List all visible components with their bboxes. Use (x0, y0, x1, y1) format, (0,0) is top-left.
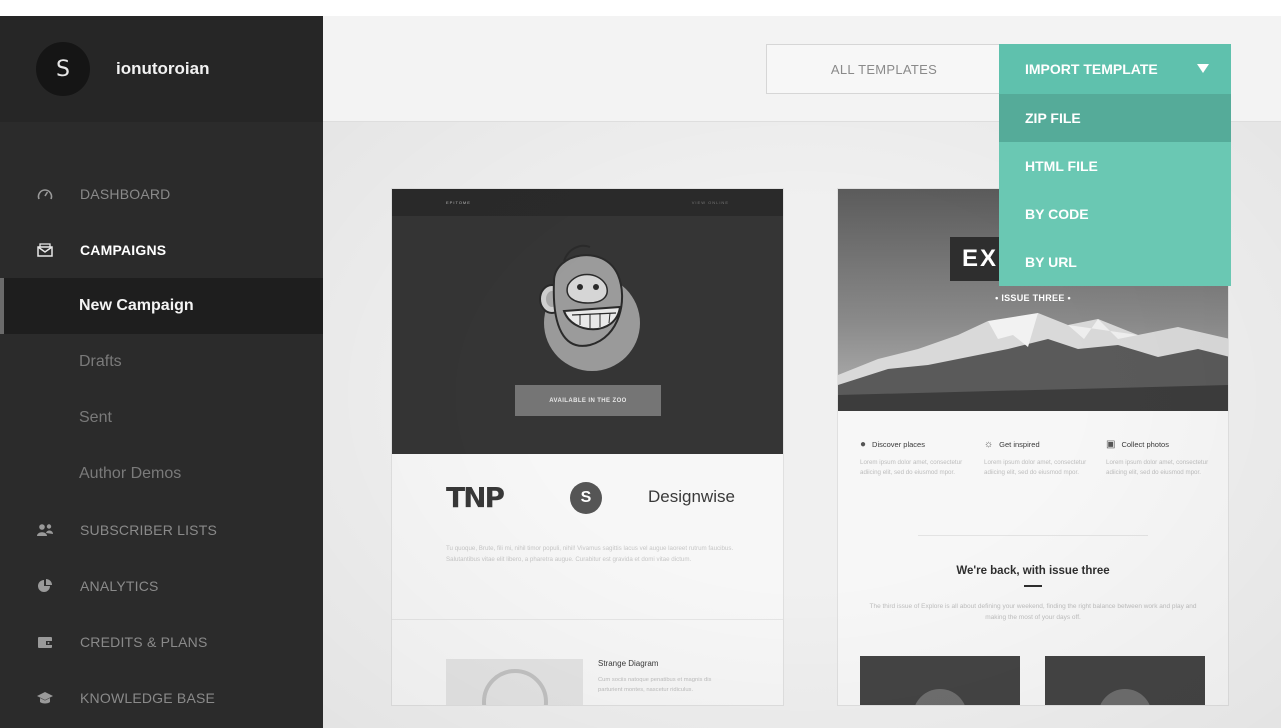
lightbulb-icon: ☼ (984, 439, 994, 450)
nav-label: CREDITS & PLANS (80, 634, 208, 650)
import-template-button[interactable]: IMPORT TEMPLATE (999, 44, 1231, 94)
nav-item-credits-plans[interactable]: CREDITS & PLANS (0, 614, 323, 670)
feature-discover: ● Discover places Lorem ipsum dolor amet… (860, 439, 972, 478)
menu-item-by-code[interactable]: BY CODE (999, 190, 1231, 238)
feature-title: Discover places (872, 440, 925, 449)
nav-label: CAMPAIGNS (80, 242, 167, 258)
feature-inspired: ☼ Get inspired Lorem ipsum dolor amet, c… (984, 439, 1096, 478)
wallet-icon (34, 635, 56, 649)
logo-designwise: Designwise (648, 487, 735, 506)
nav-item-campaigns[interactable]: CAMPAIGNS (0, 222, 323, 278)
nav-item-dashboard[interactable]: DASHBOARD (0, 166, 323, 222)
diagram-text: Cum sociis natoque penatibus et magnis d… (598, 677, 712, 694)
import-dropdown-menu: ZIP FILE HTML FILE BY CODE BY URL (999, 94, 1231, 286)
feature-photos: ▣ Collect photos Lorem ipsum dolor amet,… (1106, 439, 1218, 478)
nav-item-analytics[interactable]: ANALYTICS (0, 558, 323, 614)
graduation-cap-icon (34, 691, 56, 705)
feature-text: Lorem ipsum dolor amet, consectetur adii… (860, 459, 963, 476)
main-content: ALL TEMPLATES IMPORT TEMPLATE ZIP FILE H… (323, 16, 1281, 728)
template-brand: EPITOME (446, 200, 471, 205)
sidebar: S ionutoroian DASHBOARD CAMPAIGNS New Ca… (0, 16, 323, 728)
all-templates-button[interactable]: ALL TEMPLATES (766, 44, 1002, 94)
gauge-icon (34, 187, 56, 201)
template-card-epitome[interactable]: EPITOME VIEW ONLINE AVAILABLE IN THE ZOO… (391, 188, 784, 706)
divider (392, 619, 783, 620)
sidebar-subitem-sent[interactable]: Sent (0, 390, 323, 446)
users-icon (34, 523, 56, 537)
feature-title: Get inspired (999, 440, 1040, 449)
features-row: ● Discover places Lorem ipsum dolor amet… (860, 439, 1210, 499)
divider (918, 535, 1148, 536)
envelope-icon (34, 243, 56, 257)
headline-underline (1024, 585, 1042, 587)
issue-label: • ISSUE THREE • (995, 293, 1071, 303)
map-pin-icon: ● (860, 439, 867, 450)
caret-down-icon (1197, 64, 1209, 73)
nav-label: DASHBOARD (80, 186, 171, 202)
logo-s: S (570, 482, 602, 514)
import-template-label: IMPORT TEMPLATE (1025, 61, 1158, 77)
sidebar-subitem-author-demos[interactable]: Author Demos (0, 446, 323, 502)
menu-item-by-url[interactable]: BY URL (999, 238, 1231, 286)
template-paragraph: Tu quoque, Brute, fili mi, nihil timor p… (446, 545, 734, 564)
monkey-mascot-icon (539, 244, 624, 347)
image-icon: ▣ (1106, 439, 1116, 450)
nav-label: KNOWLEDGE BASE (80, 690, 216, 706)
template-header: EPITOME VIEW ONLINE (392, 189, 783, 216)
avatar[interactable]: S (36, 42, 90, 96)
menu-item-zip-file[interactable]: ZIP FILE (999, 94, 1231, 142)
menu-item-html-file[interactable]: HTML FILE (999, 142, 1231, 190)
sidebar-subitem-drafts[interactable]: Drafts (0, 334, 323, 390)
username[interactable]: ionutoroian (116, 59, 209, 79)
diagram-title: Strange Diagram (598, 659, 659, 668)
feature-text: Lorem ipsum dolor amet, consectetur adii… (984, 459, 1087, 476)
nav-item-knowledge-base[interactable]: KNOWLEDGE BASE (0, 670, 323, 726)
view-online-link: VIEW ONLINE (691, 200, 729, 205)
nav-label: ANALYTICS (80, 578, 159, 594)
nav-item-subscriber-lists[interactable]: SUBSCRIBER LISTS (0, 502, 323, 558)
template-body: The third issue of Explore is all about … (869, 603, 1197, 622)
feature-title: Collect photos (1121, 440, 1169, 449)
sidebar-subitem-new-campaign[interactable]: New Campaign (0, 278, 323, 334)
logo-tnp: TNP (446, 481, 505, 514)
feature-text: Lorem ipsum dolor amet, consectetur adii… (1106, 459, 1209, 476)
template-hero: EPITOME VIEW ONLINE AVAILABLE IN THE ZOO (392, 189, 783, 454)
nav-label: SUBSCRIBER LISTS (80, 522, 218, 538)
user-profile[interactable]: S ionutoroian (0, 16, 323, 122)
cta-button: AVAILABLE IN THE ZOO (515, 385, 661, 416)
partner-logos: TNP S Designwise (392, 479, 783, 519)
main-nav: DASHBOARD CAMPAIGNS New Campaign Drafts … (0, 166, 323, 726)
template-headline: We're back, with issue three (956, 565, 1110, 577)
pie-chart-icon (34, 578, 56, 594)
